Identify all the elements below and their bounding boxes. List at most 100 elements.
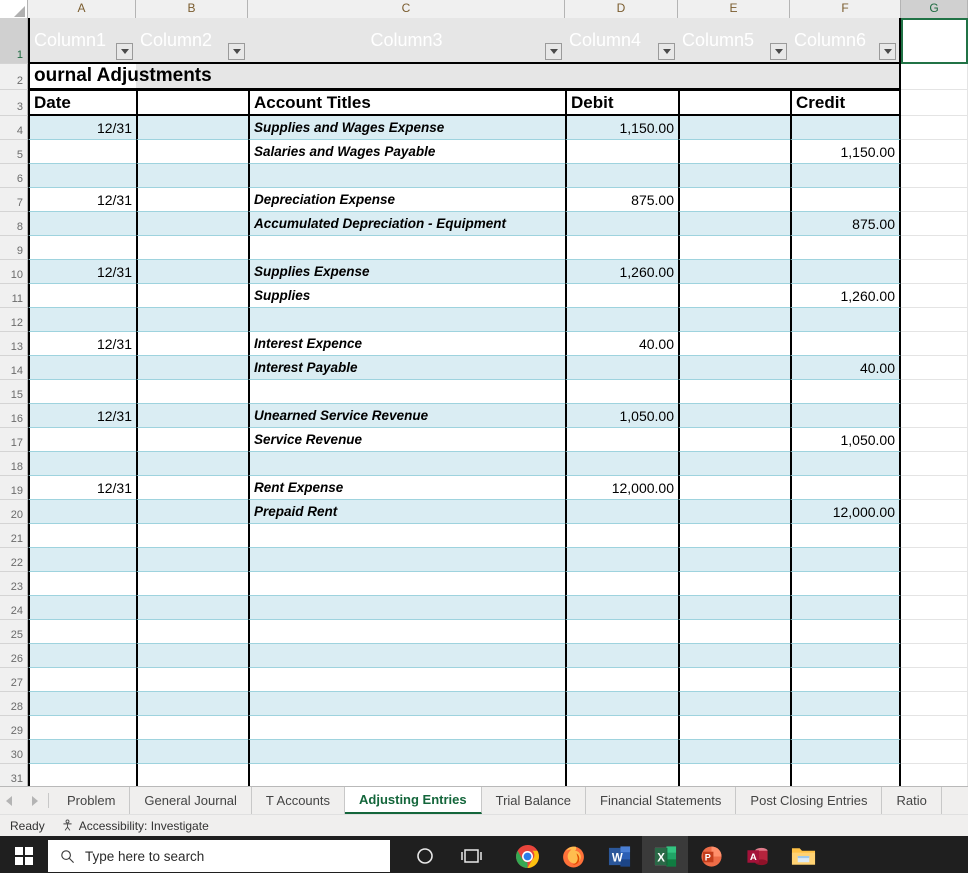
cell-e15[interactable]	[678, 380, 790, 404]
cell-d19[interactable]: 12,000.00	[565, 476, 678, 500]
cell-c13[interactable]: Interest Expence	[248, 332, 565, 356]
cell-b7[interactable]	[136, 188, 248, 212]
row-header-1[interactable]: 1	[0, 18, 28, 64]
table-row[interactable]: 16 12/31 Unearned Service Revenue 1,050.00	[0, 404, 968, 428]
cell-e7[interactable]	[678, 188, 790, 212]
cell-g14[interactable]	[901, 356, 968, 380]
cell-c24[interactable]	[248, 596, 565, 620]
cell-d31[interactable]	[565, 764, 678, 786]
cell-g5[interactable]	[901, 140, 968, 164]
cell-a16[interactable]: 12/31	[28, 404, 136, 428]
row-header-21[interactable]: 21	[0, 524, 28, 548]
table-filter-cell-column4[interactable]: Column4	[565, 18, 678, 64]
cell-e3[interactable]	[678, 90, 790, 116]
cell-d22[interactable]	[565, 548, 678, 572]
row-header-4[interactable]: 4	[0, 116, 28, 140]
row-header-14[interactable]: 14	[0, 356, 28, 380]
table-row[interactable]: 8 Accumulated Depreciation - Equipment 875…	[0, 212, 968, 236]
cell-g30[interactable]	[901, 740, 968, 764]
cell-e12[interactable]	[678, 308, 790, 332]
sheet-tab-general-journal[interactable]: General Journal	[130, 787, 252, 814]
cell-c31[interactable]	[248, 764, 565, 786]
cell-g7[interactable]	[901, 188, 968, 212]
table-row[interactable]: 7 12/31 Depreciation Expense 875.00	[0, 188, 968, 212]
table-row[interactable]: 9	[0, 236, 968, 260]
cell-b25[interactable]	[136, 620, 248, 644]
cell-a6[interactable]	[28, 164, 136, 188]
cell-f15[interactable]	[790, 380, 901, 404]
tab-scroll-left-icon[interactable]	[6, 795, 12, 806]
cell-b3[interactable]	[136, 90, 248, 116]
cell-a14[interactable]	[28, 356, 136, 380]
cell-f24[interactable]	[790, 596, 901, 620]
row-header-6[interactable]: 6	[0, 164, 28, 188]
sheet-tab-adjusting-entries[interactable]: Adjusting Entries	[345, 787, 482, 814]
cell-g15[interactable]	[901, 380, 968, 404]
worksheet-grid[interactable]: 1 Column1 Column2 Column3 Column4 Column…	[0, 18, 968, 786]
cell-d7[interactable]: 875.00	[565, 188, 678, 212]
start-button[interactable]	[0, 836, 48, 873]
column-header-g[interactable]: G	[901, 0, 968, 18]
table-filter-cell-column2[interactable]: Column2	[136, 18, 248, 64]
row-header-28[interactable]: 28	[0, 692, 28, 716]
cell-d4[interactable]: 1,150.00	[565, 116, 678, 140]
access-icon[interactable]: A	[734, 836, 780, 873]
table-row[interactable]: 12	[0, 308, 968, 332]
cell-a25[interactable]	[28, 620, 136, 644]
cell-b14[interactable]	[136, 356, 248, 380]
cell-g10[interactable]	[901, 260, 968, 284]
cell-c14[interactable]: Interest Payable	[248, 356, 565, 380]
cell-c10[interactable]: Supplies Expense	[248, 260, 565, 284]
cell-b10[interactable]	[136, 260, 248, 284]
table-row[interactable]: 14 Interest Payable 40.00	[0, 356, 968, 380]
cell-a26[interactable]	[28, 644, 136, 668]
filter-dropdown-icon-column6[interactable]	[879, 43, 896, 60]
table-row[interactable]: 13 12/31 Interest Expence 40.00	[0, 332, 968, 356]
cell-e28[interactable]	[678, 692, 790, 716]
cell-f16[interactable]	[790, 404, 901, 428]
row-header-20[interactable]: 20	[0, 500, 28, 524]
column-title-credit[interactable]: Credit	[790, 90, 901, 116]
cell-g29[interactable]	[901, 716, 968, 740]
cell-d25[interactable]	[565, 620, 678, 644]
cell-a19[interactable]: 12/31	[28, 476, 136, 500]
cell-d15[interactable]	[565, 380, 678, 404]
filter-dropdown-icon-column2[interactable]	[228, 43, 245, 60]
cell-d30[interactable]	[565, 740, 678, 764]
cell-b6[interactable]	[136, 164, 248, 188]
cell-c16[interactable]: Unearned Service Revenue	[248, 404, 565, 428]
cell-f17[interactable]: 1,050.00	[790, 428, 901, 452]
table-row[interactable]: 30	[0, 740, 968, 764]
cell-a29[interactable]	[28, 716, 136, 740]
table-row[interactable]: 6	[0, 164, 968, 188]
row-header-23[interactable]: 23	[0, 572, 28, 596]
column-header-a[interactable]: A	[28, 0, 136, 18]
cell-e2[interactable]	[678, 64, 790, 90]
cell-c2[interactable]	[248, 64, 565, 90]
column-title-account-titles[interactable]: Account Titles	[248, 90, 565, 116]
cell-f7[interactable]	[790, 188, 901, 212]
cell-g12[interactable]	[901, 308, 968, 332]
filter-dropdown-icon-column3[interactable]	[545, 43, 562, 60]
cell-g19[interactable]	[901, 476, 968, 500]
cell-c9[interactable]	[248, 236, 565, 260]
cell-d11[interactable]	[565, 284, 678, 308]
cell-e23[interactable]	[678, 572, 790, 596]
column-title-debit[interactable]: Debit	[565, 90, 678, 116]
cell-a27[interactable]	[28, 668, 136, 692]
cell-f9[interactable]	[790, 236, 901, 260]
cell-c22[interactable]	[248, 548, 565, 572]
cell-a5[interactable]	[28, 140, 136, 164]
cell-d2[interactable]	[565, 64, 678, 90]
cell-g9[interactable]	[901, 236, 968, 260]
filter-dropdown-icon-column5[interactable]	[770, 43, 787, 60]
cell-b12[interactable]	[136, 308, 248, 332]
cell-a21[interactable]	[28, 524, 136, 548]
cell-g27[interactable]	[901, 668, 968, 692]
cell-e20[interactable]	[678, 500, 790, 524]
cell-a8[interactable]	[28, 212, 136, 236]
row-header-16[interactable]: 16	[0, 404, 28, 428]
excel-icon[interactable]: X	[642, 836, 688, 873]
task-view-icon[interactable]	[448, 836, 494, 873]
column-header-d[interactable]: D	[565, 0, 678, 18]
